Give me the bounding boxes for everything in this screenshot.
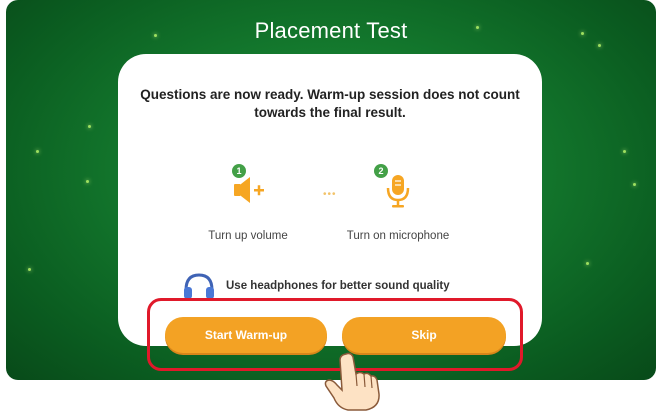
sparkle — [28, 268, 31, 271]
microphone-icon — [386, 175, 410, 208]
page-title: Placement Test — [254, 18, 408, 43]
sparkle — [623, 150, 626, 153]
headphones-tip-text: Use headphones for better sound quality — [226, 280, 450, 292]
start-warm-up-button[interactable]: Start Warm-up — [165, 317, 327, 353]
sparkle — [633, 183, 636, 186]
speaker-volume-icon — [234, 177, 264, 203]
sparkle — [598, 44, 601, 47]
skip-button[interactable]: Skip — [342, 317, 506, 353]
sparkle — [36, 150, 39, 153]
sparkle — [88, 125, 91, 128]
pointing-hand-icon — [324, 352, 380, 411]
ready-message: Questions are now ready. Warm-up session… — [140, 87, 520, 120]
step-connector: ••• — [323, 189, 337, 200]
step-label: Turn on microphone — [346, 230, 450, 242]
step-label: Turn up volume — [208, 230, 288, 242]
headphones-icon — [184, 273, 214, 299]
headphones-tip: Use headphones for better sound quality — [182, 272, 450, 300]
sparkle — [586, 262, 589, 265]
sparkle — [86, 180, 89, 183]
